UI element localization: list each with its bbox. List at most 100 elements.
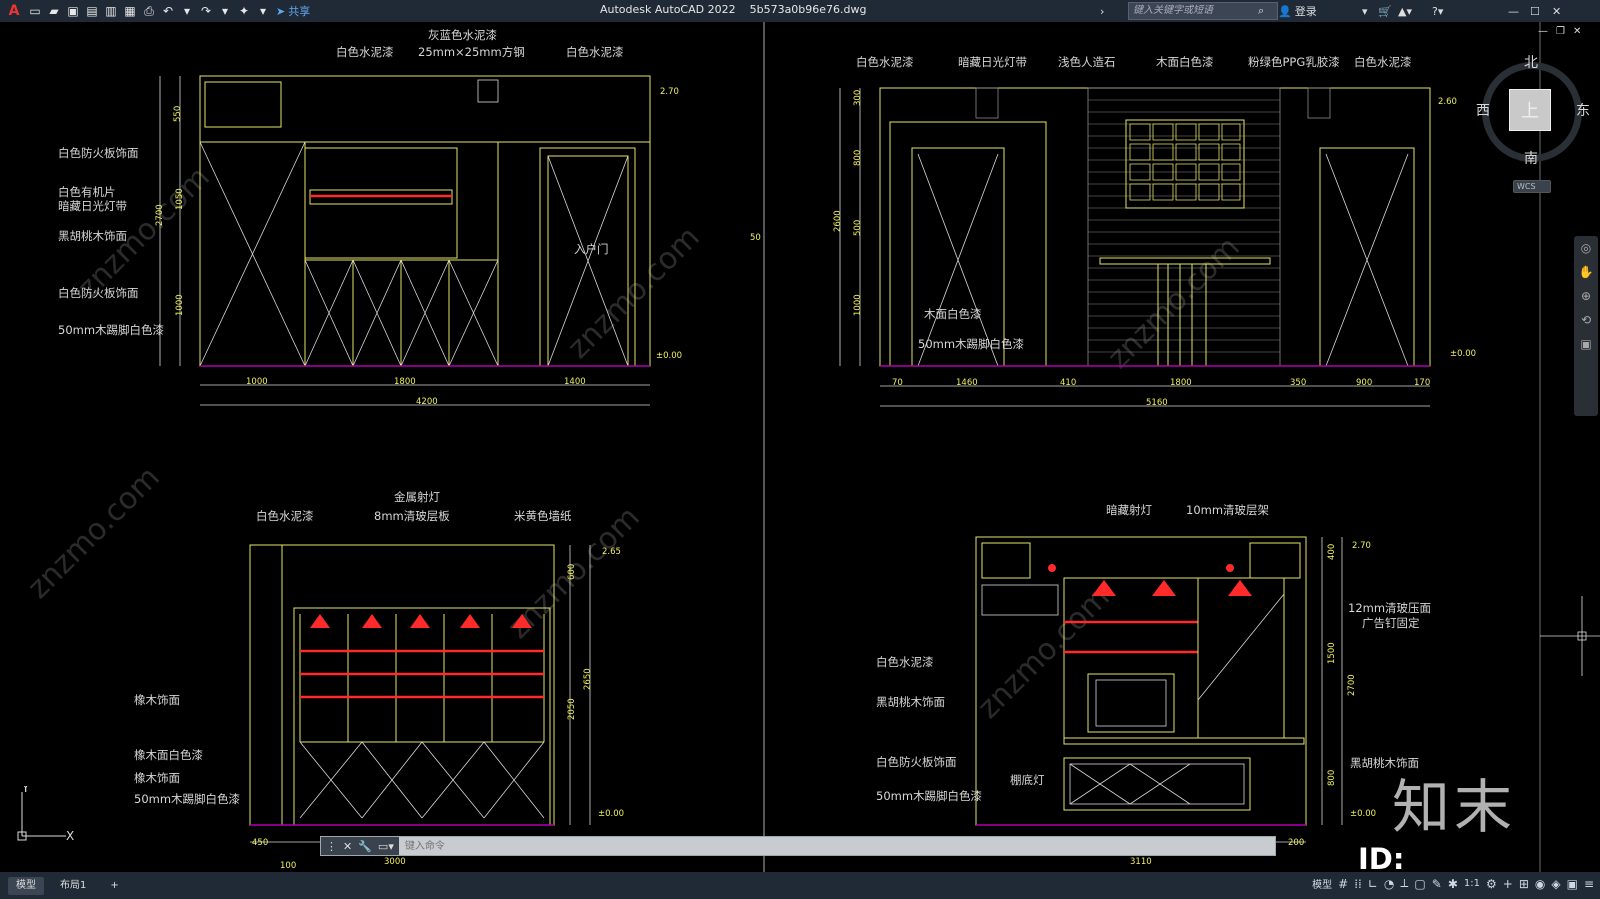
new-file-icon[interactable]: ▭ [27,3,43,19]
minimize-button[interactable]: — [1508,2,1519,20]
steering-wheel-icon[interactable]: ◎ [1574,236,1598,260]
lineweight-icon[interactable]: ✎ [1432,877,1442,891]
tab-model[interactable]: 模型 [8,876,44,895]
redo-icon[interactable]: ↷ [198,3,214,19]
search-expand-icon[interactable]: › [1100,2,1104,20]
share-button[interactable]: ➤ 共享 [276,3,310,19]
tr-level: ±0.00 [1450,349,1476,359]
help-icon[interactable]: ?▾ [1432,2,1443,20]
showmotion-icon[interactable]: ▣ [1574,332,1598,356]
isolate-objects-icon[interactable]: ◈ [1551,877,1560,891]
close-button[interactable]: ✕ [1552,2,1561,20]
tl-label: 白色防火板饰面 [58,146,139,160]
br-dim: 800 [1327,770,1337,786]
isodraft-icon[interactable]: ⟂ [1400,876,1408,891]
zoom-extents-icon[interactable]: ⊕ [1574,284,1598,308]
osnap-icon[interactable]: ▢ [1414,877,1425,891]
viewport-minimize-button[interactable]: — [1538,26,1548,37]
save-as-icon[interactable]: ▤ [84,3,100,19]
bl-outline [249,544,555,826]
orbit-icon[interactable]: ⟲ [1574,308,1598,332]
login-button[interactable]: 👤 登录 [1278,2,1317,20]
annotation-scale[interactable]: 1:1 [1464,878,1480,889]
autodesk-app-icon[interactable]: ▲▾ [1398,2,1412,20]
compass-south[interactable]: 南 [1524,148,1538,168]
customize-dropdown-icon[interactable]: ▾ [255,3,271,19]
tl-dim: 2700 [155,204,165,226]
tl-label: 白色水泥漆 [566,45,624,59]
tr-dim: 900 [1356,378,1372,388]
viewcube[interactable]: 上 北 南 东 西 WCS [1462,52,1598,212]
bl-level: 2.65 [602,547,621,557]
command-input[interactable] [398,837,1275,855]
drawing-canvas[interactable]: znzmo.com znzmo.com znzmo.com znzmo.com … [0,22,1600,872]
command-line[interactable]: ⋮ ✕ 🔧 ▭▾ [320,836,1276,856]
tr-label: 木面白色漆 [924,307,982,321]
br-spotlights [1048,564,1252,596]
customize-menu-icon[interactable]: ≡ [1584,877,1594,891]
pan-icon[interactable]: ✋ [1574,260,1598,284]
send-icon: ➤ [276,4,286,18]
clean-screen-icon[interactable]: ▣ [1567,877,1578,891]
cart-icon[interactable]: 🛒 [1378,2,1392,20]
maximize-button[interactable]: ☐ [1530,2,1540,20]
viewport-close-button[interactable]: ✕ [1573,26,1581,37]
open-folder-icon[interactable]: ▰ [46,3,62,19]
compass-west[interactable]: 西 [1476,100,1490,120]
share-view-icon[interactable]: ✦ [236,3,252,19]
br-label: 棚底灯 [1010,773,1045,787]
tr-label: 暗藏日光灯带 [958,55,1027,69]
polar-icon[interactable]: ◔ [1384,877,1394,891]
tl-label: 白色水泥漆 [336,45,394,59]
tr-dim: 350 [1290,378,1306,388]
compass-north[interactable]: 北 [1524,52,1538,72]
app-title: Autodesk AutoCAD 2022 [600,3,736,16]
plus-icon[interactable]: + [1503,877,1513,891]
viewcube-top-face[interactable]: 上 [1509,89,1551,131]
close-command-icon[interactable]: ✕ [343,840,352,853]
bl-label: 橡木饰面 [134,771,180,785]
model-space-button[interactable]: 模型 [1312,876,1332,891]
grid-icon[interactable]: # [1338,877,1348,891]
bl-dim: 450 [252,838,268,848]
search-icon[interactable]: ⌕ [1258,2,1264,20]
command-prompt-icon[interactable]: ▭▾ [378,840,394,853]
open-web-icon[interactable]: ▥ [103,3,119,19]
bl-dim: 2650 [583,668,593,690]
tr-label: 粉绿色PPG乳胶漆 [1248,55,1340,69]
save-web-icon[interactable]: ▦ [122,3,138,19]
tab-layout1[interactable]: 布局1 [52,877,94,895]
tr-label: 木面白色漆 [1156,55,1214,69]
tr-dim: 500 [853,220,863,236]
title-bar: A ▭ ▰ ▣ ▤ ▥ ▦ ⎙ ↶ ▾ ↷ ▾ ✦ ▾ ➤ 共享 Autodesk… [0,0,1600,22]
undo-icon[interactable]: ↶ [160,3,176,19]
hardware-acceleration-icon[interactable]: ◉ [1535,877,1545,891]
units-icon[interactable]: ⊞ [1519,877,1529,891]
redo-dropdown-icon[interactable]: ▾ [217,3,233,19]
customize-command-icon[interactable]: 🔧 [358,840,372,853]
ortho-icon[interactable]: ∟ [1368,877,1378,891]
save-icon[interactable]: ▣ [65,3,81,19]
annotation-visibility-icon[interactable]: ✱ [1448,877,1458,891]
search-input[interactable]: 键入关键字或短语 [1128,2,1278,20]
bl-label: 8mm清玻层板 [374,509,450,523]
ucs-icon: Y X [17,786,74,843]
add-layout-button[interactable]: + [102,877,126,895]
autocad-logo-icon[interactable]: A [4,3,24,19]
tl-label: 暗藏日光灯带 [58,199,127,213]
compass-east[interactable]: 东 [1576,100,1590,120]
snap-icon[interactable]: ⁞⁞ [1354,877,1362,891]
crosshair-cursor [1540,596,1600,676]
workspace-gear-icon[interactable]: ⚙ [1486,877,1497,891]
elevation-top-right: 白色水泥漆 暗藏日光灯带 浅色人造石 木面白色漆 粉绿色PPG乳胶漆 白色水泥漆… [833,55,1476,408]
login-dropdown-icon[interactable]: ▾ [1362,2,1368,20]
undo-dropdown-icon[interactable]: ▾ [179,3,195,19]
viewport-controls: — ❐ ✕ [1538,26,1581,37]
viewport-restore-button[interactable]: ❐ [1556,26,1565,37]
wcs-menu[interactable]: WCS [1513,180,1551,193]
grip-icon[interactable]: ⋮ [326,840,337,853]
bl-level: ±0.00 [598,809,624,819]
print-icon[interactable]: ⎙ [141,3,157,19]
tl-label: 白色有机片 [58,185,116,199]
br-label: 白色水泥漆 [876,655,934,669]
